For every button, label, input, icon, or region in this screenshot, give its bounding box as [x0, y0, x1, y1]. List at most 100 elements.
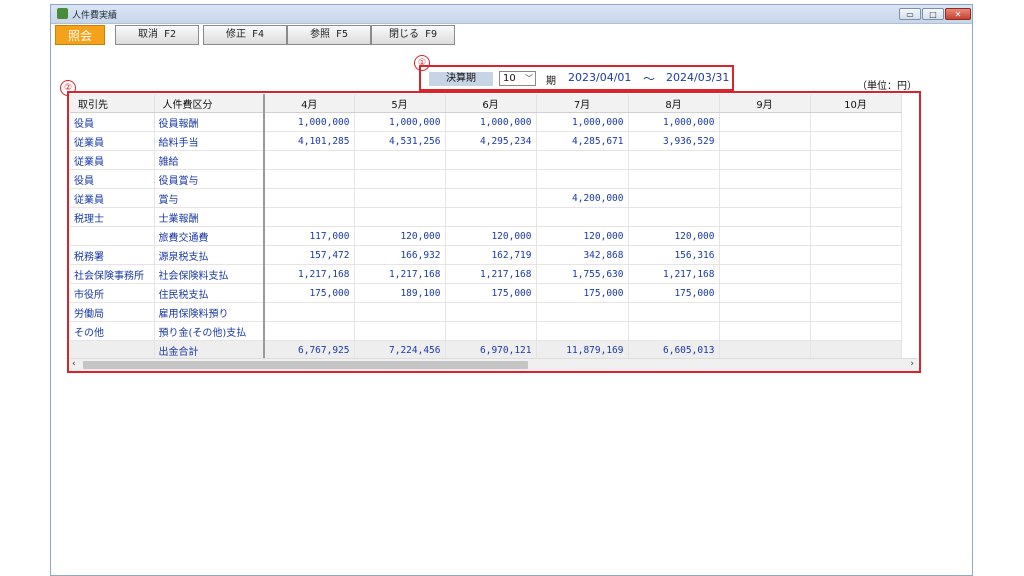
amount-cell[interactable]: 4,200,000	[536, 188, 629, 208]
scroll-right-icon[interactable]: ›	[910, 359, 914, 369]
amount-cell[interactable]	[628, 169, 720, 189]
table-row[interactable]: 従業員 賞与 4,200,000	[70, 188, 902, 208]
amount-cell[interactable]	[264, 302, 355, 322]
amount-cell[interactable]: 3,936,529	[628, 131, 720, 151]
amount-cell[interactable]: 1,000,000	[264, 112, 355, 132]
amount-cell[interactable]: 1,000,000	[354, 112, 446, 132]
amount-cell[interactable]: 175,000	[628, 283, 720, 303]
amount-cell[interactable]	[719, 283, 811, 303]
category-cell[interactable]: 雇用保険料預り	[154, 302, 265, 322]
amount-cell[interactable]	[354, 169, 446, 189]
amount-cell[interactable]	[810, 226, 902, 246]
amount-cell[interactable]	[445, 150, 537, 170]
amount-cell[interactable]: 175,000	[445, 283, 537, 303]
table-row[interactable]: 労働局 雇用保険料預り	[70, 302, 902, 322]
table-row[interactable]: 税理士 士業報酬	[70, 207, 902, 227]
category-cell[interactable]: 賞与	[154, 188, 265, 208]
amount-cell[interactable]: 189,100	[354, 283, 446, 303]
table-row[interactable]: 出金合計 6,767,925 7,224,456 6,970,121 11,879,16…	[70, 340, 902, 360]
category-cell[interactable]: 給料手当	[154, 131, 265, 151]
partner-cell[interactable]: 税理士	[70, 207, 155, 227]
column-header[interactable]: 4月	[264, 94, 355, 113]
amount-cell[interactable]	[810, 207, 902, 227]
amount-cell[interactable]: 117,000	[264, 226, 355, 246]
category-cell[interactable]: 出金合計	[154, 340, 265, 360]
table-row[interactable]: 従業員 雑給	[70, 150, 902, 170]
amount-cell[interactable]: 4,285,671	[536, 131, 629, 151]
amount-cell[interactable]	[536, 302, 629, 322]
amount-cell[interactable]	[810, 188, 902, 208]
amount-cell[interactable]	[536, 207, 629, 227]
amount-cell[interactable]	[628, 207, 720, 227]
amount-cell[interactable]: 6,767,925	[264, 340, 355, 360]
amount-cell[interactable]	[264, 207, 355, 227]
amount-cell[interactable]	[628, 321, 720, 341]
minimize-button[interactable]: ▭	[899, 8, 921, 20]
partner-cell[interactable]: 従業員	[70, 150, 155, 170]
edit-button[interactable]: 修正 F4	[203, 25, 287, 45]
reference-button[interactable]: 参照 F5	[287, 25, 371, 45]
amount-cell[interactable]	[445, 169, 537, 189]
amount-cell[interactable]: 1,217,168	[264, 264, 355, 284]
amount-cell[interactable]	[445, 321, 537, 341]
amount-cell[interactable]: 4,101,285	[264, 131, 355, 151]
amount-cell[interactable]	[264, 169, 355, 189]
amount-cell[interactable]: 1,217,168	[628, 264, 720, 284]
amount-cell[interactable]	[354, 302, 446, 322]
amount-cell[interactable]: 120,000	[628, 226, 720, 246]
amount-cell[interactable]: 175,000	[536, 283, 629, 303]
partner-cell[interactable]: 従業員	[70, 188, 155, 208]
partner-cell[interactable]: 社会保険事務所	[70, 264, 155, 284]
category-cell[interactable]: 雑給	[154, 150, 265, 170]
close-button[interactable]: 閉じる F9	[371, 25, 455, 45]
amount-cell[interactable]: 1,217,168	[354, 264, 446, 284]
amount-cell[interactable]	[719, 169, 811, 189]
amount-cell[interactable]	[264, 321, 355, 341]
category-cell[interactable]: 社会保険料支払	[154, 264, 265, 284]
amount-cell[interactable]	[810, 340, 902, 360]
amount-cell[interactable]: 156,316	[628, 245, 720, 265]
amount-cell[interactable]	[264, 188, 355, 208]
amount-cell[interactable]	[719, 245, 811, 265]
table-row[interactable]: 市役所 住民税支払 175,000 189,100 175,000 175,000 175,…	[70, 283, 902, 303]
column-header[interactable]: 8月	[628, 94, 720, 113]
table-row[interactable]: 従業員 給料手当 4,101,285 4,531,256 4,295,234 4,285,…	[70, 131, 902, 151]
amount-cell[interactable]: 4,295,234	[445, 131, 537, 151]
amount-cell[interactable]	[628, 302, 720, 322]
amount-cell[interactable]	[810, 264, 902, 284]
amount-cell[interactable]	[810, 112, 902, 132]
amount-cell[interactable]	[445, 302, 537, 322]
amount-cell[interactable]	[354, 207, 446, 227]
maximize-button[interactable]: □	[922, 8, 944, 20]
amount-cell[interactable]	[719, 226, 811, 246]
amount-cell[interactable]: 1,000,000	[536, 112, 629, 132]
column-header[interactable]: 人件費区分	[154, 94, 265, 113]
amount-cell[interactable]	[628, 188, 720, 208]
partner-cell[interactable]: 従業員	[70, 131, 155, 151]
close-window-button[interactable]: ✕	[945, 8, 971, 20]
mode-view-indicator[interactable]: 照会	[55, 25, 105, 45]
amount-cell[interactable]: 120,000	[445, 226, 537, 246]
column-header[interactable]: 5月	[354, 94, 446, 113]
amount-cell[interactable]	[719, 340, 811, 360]
amount-cell[interactable]: 120,000	[536, 226, 629, 246]
partner-cell[interactable]: 役員	[70, 169, 155, 189]
category-cell[interactable]: 源泉税支払	[154, 245, 265, 265]
amount-cell[interactable]	[719, 302, 811, 322]
column-header[interactable]: 7月	[536, 94, 629, 113]
amount-cell[interactable]	[719, 321, 811, 341]
column-header[interactable]: 9月	[719, 94, 811, 113]
amount-cell[interactable]: 157,472	[264, 245, 355, 265]
amount-cell[interactable]: 11,879,169	[536, 340, 629, 360]
amount-cell[interactable]	[719, 150, 811, 170]
table-row[interactable]: 税務署 源泉税支払 157,472 166,932 162,719 342,868 156,…	[70, 245, 902, 265]
amount-cell[interactable]	[536, 169, 629, 189]
amount-cell[interactable]	[354, 188, 446, 208]
amount-cell[interactable]: 1,755,630	[536, 264, 629, 284]
amount-cell[interactable]	[810, 283, 902, 303]
column-header[interactable]: 取引先	[70, 94, 155, 113]
amount-cell[interactable]	[354, 150, 446, 170]
table-row[interactable]: 社会保険事務所 社会保険料支払 1,217,168 1,217,168 1,217,16…	[70, 264, 902, 284]
amount-cell[interactable]	[810, 150, 902, 170]
amount-cell[interactable]	[354, 321, 446, 341]
